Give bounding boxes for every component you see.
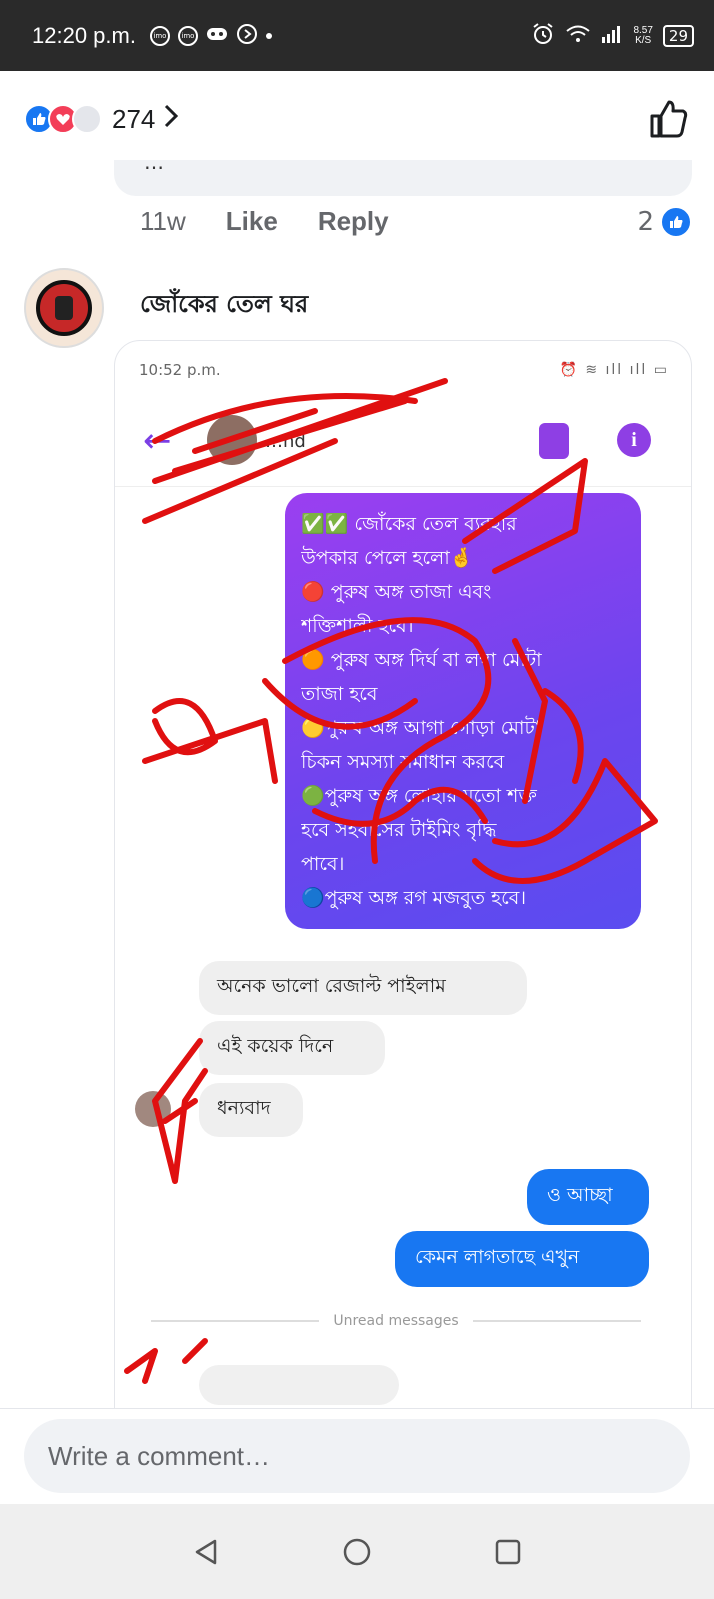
back-arrow-icon: ← [143,421,172,461]
promo-line: হবে সহবাসের টাইমিং বৃদ্ধি [301,819,497,841]
author-avatar[interactable] [24,268,104,348]
previous-comment-time: 11w [140,206,186,236]
sent-message: ও আচ্ছা [527,1169,649,1225]
comment-author-name[interactable]: জোঁকের তেল ঘর [140,286,308,326]
attachment-status-bar: 10:52 p.m. ⏰ ≋ ıll ıll ▭ [139,361,669,379]
info-icon: i [617,423,651,457]
write-comment-input[interactable] [24,1419,690,1493]
wifi-icon [565,24,591,48]
comment-attachment-image[interactable]: 10:52 p.m. ⏰ ≋ ıll ıll ▭ ← …nd i ✅✅ জোঁক… [114,340,692,1410]
like-button[interactable] [646,97,690,141]
previous-comment-reply-button[interactable]: Reply [318,206,389,237]
promo-message-bubble: ✅✅ জোঁকের তেল ব্যবহার উপকার পেলে হলো🤞 🔴 … [285,493,641,929]
promo-line: 🟡পুরুষ অঙ্গ আগা গোড়া মোটা [301,717,541,739]
previous-comment-reaction-count: 2 [637,207,654,237]
home-nav-icon[interactable] [327,1522,387,1582]
attachment-chat-header: ← …nd i [115,401,691,487]
unread-divider-label: Unread messages [333,1313,459,1329]
battery-indicator: 29 [662,24,694,47]
promo-line: 🔵পুরুষ অঙ্গ রগ মজবুত হবে। [301,887,527,909]
alarm-icon [531,22,555,50]
received-message: অনেক ভালো রেজাল্ট পাইলাম [199,961,527,1015]
partial-message-bubble [199,1365,399,1405]
other-reaction-icon [72,104,102,134]
previous-comment-reactions[interactable]: 2 [637,206,692,238]
back-nav-icon[interactable] [176,1522,236,1582]
promo-line: তাজা হবে [301,683,378,705]
attachment-status-time: 10:52 p.m. [139,361,221,379]
sent-message: কেমন লাগতাছে এখুন [395,1231,649,1287]
status-time: 12:20 p.m. [32,22,136,48]
previous-comment-text: … [144,160,164,174]
promo-line: চিকন সমস্যা সমাধান করবে [301,751,505,773]
game-icon [206,26,228,45]
network-speed-unit: K/S [635,34,652,46]
comment-composer [0,1408,714,1504]
system-navigation-bar [0,1504,714,1599]
play-icon [236,23,258,49]
reaction-count[interactable]: 274 [112,104,155,135]
previous-comment-bubble: … [114,160,692,196]
previous-comment-actions: 11w Like Reply [140,206,389,237]
like-reaction-icon [660,206,692,238]
avatar-logo-icon [36,280,92,336]
signal-icon [601,25,623,47]
status-bar: 12:20 p.m. imo imo 8.57 K/S 29 [0,0,714,71]
imo-icon: imo [149,25,170,46]
promo-line: 🔴 পুরুষ অঙ্গ তাজা এবং [301,581,492,603]
promo-line: শক্তিশালী হবে। [301,615,414,637]
call-icon [539,423,569,459]
promo-line: পাবে। [301,853,345,875]
reaction-summary[interactable] [24,104,102,134]
promo-line: 🟢পুরুষ অঙ্গ লোহার মতো শক্ত [301,785,537,807]
previous-comment-like-button[interactable]: Like [226,206,278,237]
sender-avatar [135,1091,171,1127]
status-system-icons: 8.57 K/S 29 [531,22,694,50]
promo-line: ✅✅ জোঁকের তেল ব্যবহার [301,513,517,535]
promo-line: উপকার পেলে হলো🤞 [301,547,474,569]
attachment-status-icons: ⏰ ≋ ıll ıll ▭ [559,362,669,378]
status-notification-icons: imo imo [149,23,272,49]
recents-nav-icon[interactable] [478,1522,538,1582]
promo-line: 🟠 পুরুষ অঙ্গ দির্ঘ বা লম্বা মোটা [301,649,542,671]
received-message: ধন্যবাদ [199,1083,303,1137]
received-message: এই কয়েক দিনে [199,1021,385,1075]
imo-icon: imo [177,25,198,46]
more-notifications-dot-icon [265,32,272,39]
network-speed: 8.57 K/S [633,25,652,46]
contact-name: …nd [265,431,306,452]
chevron-right-icon[interactable] [163,103,179,136]
contact-avatar [207,415,257,465]
reactions-header: 274 [0,71,714,167]
unread-divider: Unread messages [151,1313,641,1329]
